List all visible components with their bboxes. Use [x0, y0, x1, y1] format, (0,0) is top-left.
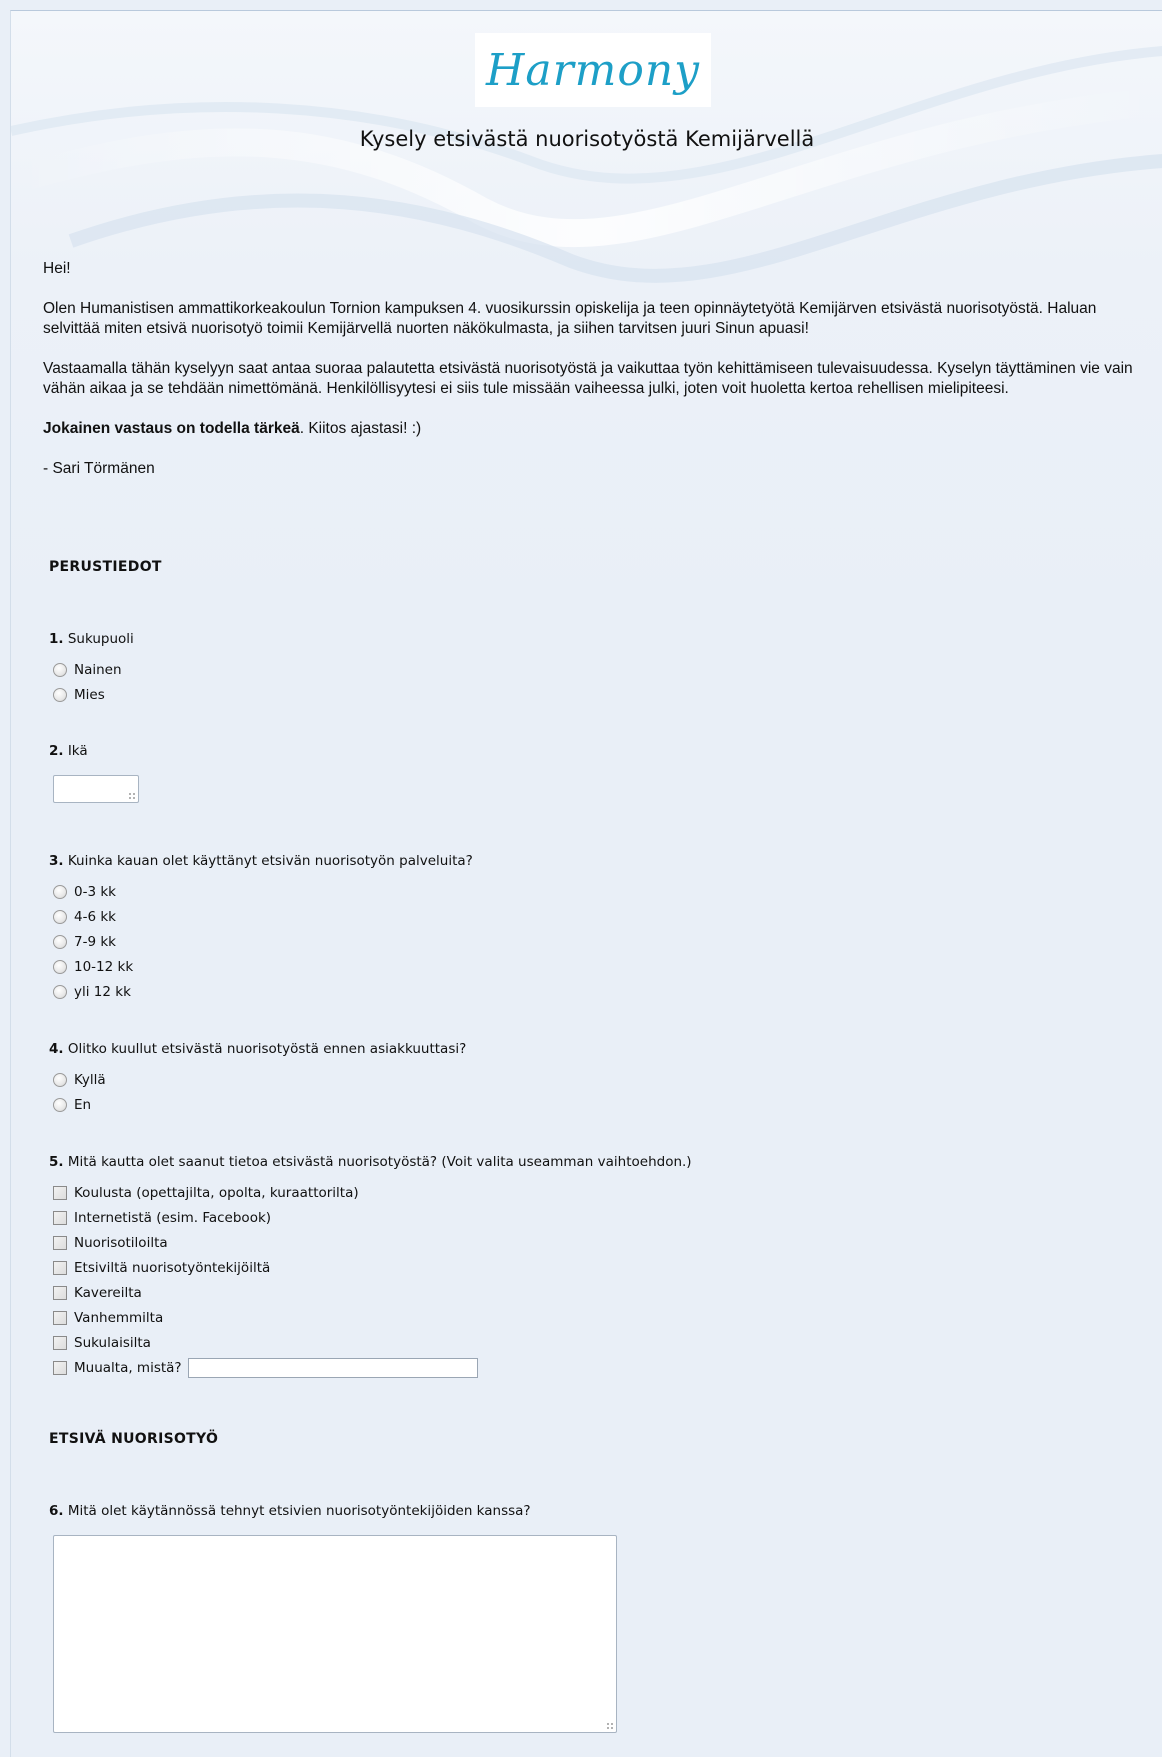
age-input[interactable]	[53, 775, 139, 803]
harmony-logo: Harmony	[475, 33, 711, 107]
q5-option-school[interactable]: Koulusta (opettajilta, opolta, kuraattor…	[53, 1182, 359, 1204]
q4-option-en[interactable]: En	[53, 1094, 91, 1116]
survey-page: Harmony Kysely etsivästä nuorisotyöstä K…	[10, 10, 1162, 1757]
question-6-text: Mitä olet käytännössä tehnyt etsivien nu…	[67, 1503, 531, 1519]
radio-button[interactable]	[53, 935, 67, 949]
question-1-number: 1.	[49, 631, 64, 647]
option-label: En	[74, 1097, 92, 1113]
radio-button[interactable]	[53, 1098, 67, 1112]
q3-option-0-3[interactable]: 0-3 kk	[53, 881, 116, 903]
question-4: 4. Olitko kuullut etsivästä nuorisotyöst…	[49, 1041, 466, 1057]
question-2-text: Ikä	[67, 743, 88, 759]
radio-button[interactable]	[53, 885, 67, 899]
other-source-input[interactable]	[187, 1358, 478, 1378]
question-5: 5. Mitä kautta olet saanut tietoa etsivä…	[49, 1154, 692, 1170]
q5-option-parents[interactable]: Vanhemmilta	[53, 1307, 163, 1329]
option-label: yli 12 kk	[74, 984, 131, 1000]
option-label: Koulusta (opettajilta, opolta, kuraattor…	[74, 1185, 359, 1201]
option-label: 10-12 kk	[74, 959, 134, 975]
resize-grip-icon[interactable]	[128, 792, 136, 800]
option-label: 7-9 kk	[74, 934, 116, 950]
checkbox[interactable]	[53, 1211, 67, 1225]
question-2-number: 2.	[49, 743, 64, 759]
section-title-outreach: ETSIVÄ NUORISOTYÖ	[49, 1431, 219, 1447]
radio-button[interactable]	[53, 1073, 67, 1087]
intro-paragraph-1: Olen Humanistisen ammattikorkeakoulun To…	[43, 300, 1097, 337]
option-label: Etsiviltä nuorisotyöntekijöiltä	[74, 1260, 271, 1276]
option-label: 0-3 kk	[74, 884, 116, 900]
question-5-number: 5.	[49, 1154, 64, 1170]
intro-thanks-text: . Kiitos ajastasi! :)	[299, 420, 422, 437]
option-label: 4-6 kk	[74, 909, 116, 925]
signature: - Sari Törmänen	[43, 460, 155, 477]
option-label: Internetistä (esim. Facebook)	[74, 1210, 272, 1226]
radio-button[interactable]	[53, 663, 67, 677]
radio-button[interactable]	[53, 910, 67, 924]
option-label: Nuorisotiloilta	[74, 1235, 168, 1251]
checkbox[interactable]	[53, 1311, 67, 1325]
question-4-text: Olitko kuullut etsivästä nuorisotyöstä e…	[67, 1041, 467, 1057]
question-1-text: Sukupuoli	[67, 631, 134, 647]
question-2: 2. Ikä	[49, 743, 88, 759]
radio-button[interactable]	[53, 985, 67, 999]
question-3-text: Kuinka kauan olet käyttänyt etsivän nuor…	[67, 853, 473, 869]
q3-option-over-12[interactable]: yli 12 kk	[53, 981, 131, 1003]
question-5-text: Mitä kautta olet saanut tietoa etsivästä…	[67, 1154, 692, 1170]
section-title-basic-info: PERUSTIEDOT	[49, 559, 162, 575]
question-3-number: 3.	[49, 853, 64, 869]
option-label: Kyllä	[74, 1072, 106, 1088]
question-4-number: 4.	[49, 1041, 64, 1057]
option-label: Mies	[74, 687, 105, 703]
q5-option-friends[interactable]: Kavereilta	[53, 1282, 142, 1304]
intro-paragraph-2: Vastaamalla tähän kyselyyn saat antaa su…	[43, 360, 1133, 397]
question-6-number: 6.	[49, 1503, 64, 1519]
radio-button[interactable]	[53, 960, 67, 974]
q4-option-kylla[interactable]: Kyllä	[53, 1069, 106, 1091]
q5-option-internet[interactable]: Internetistä (esim. Facebook)	[53, 1207, 271, 1229]
checkbox[interactable]	[53, 1261, 67, 1275]
option-label: Nainen	[74, 662, 122, 678]
question-1: 1. Sukupuoli	[49, 631, 134, 647]
q3-option-4-6[interactable]: 4-6 kk	[53, 906, 116, 928]
logo-text: Harmony	[485, 44, 701, 96]
option-label: Sukulaisilta	[74, 1335, 151, 1351]
checkbox[interactable]	[53, 1361, 67, 1375]
resize-grip-icon[interactable]	[606, 1722, 614, 1730]
radio-button[interactable]	[53, 688, 67, 702]
intro-thanks: Jokainen vastaus on todella tärkeä. Kiit…	[43, 419, 1153, 439]
q1-option-mies[interactable]: Mies	[53, 684, 105, 706]
q1-option-nainen[interactable]: Nainen	[53, 659, 122, 681]
checkbox[interactable]	[53, 1236, 67, 1250]
intro-text: Hei! Olen Humanistisen ammattikorkeakoul…	[43, 259, 1153, 499]
option-label: Kavereilta	[74, 1285, 142, 1301]
practical-activities-textarea[interactable]	[53, 1535, 617, 1733]
question-3: 3. Kuinka kauan olet käyttänyt etsivän n…	[49, 853, 473, 869]
option-label: Vanhemmilta	[74, 1310, 164, 1326]
greeting: Hei!	[43, 260, 71, 277]
checkbox[interactable]	[53, 1286, 67, 1300]
q3-option-10-12[interactable]: 10-12 kk	[53, 956, 133, 978]
q5-option-other[interactable]: Muualta, mistä?	[53, 1357, 478, 1379]
q5-option-relatives[interactable]: Sukulaisilta	[53, 1332, 151, 1354]
q5-option-outreach-workers[interactable]: Etsiviltä nuorisotyöntekijöiltä	[53, 1257, 270, 1279]
checkbox[interactable]	[53, 1186, 67, 1200]
option-label: Muualta, mistä?	[74, 1360, 182, 1376]
q5-option-youth-centers[interactable]: Nuorisotiloilta	[53, 1232, 168, 1254]
question-6: 6. Mitä olet käytännössä tehnyt etsivien…	[49, 1503, 531, 1519]
intro-emphasis: Jokainen vastaus on todella tärkeä	[43, 420, 300, 437]
q3-option-7-9[interactable]: 7-9 kk	[53, 931, 116, 953]
page-title: Kysely etsivästä nuorisotyöstä Kemijärve…	[359, 127, 815, 151]
checkbox[interactable]	[53, 1336, 67, 1350]
